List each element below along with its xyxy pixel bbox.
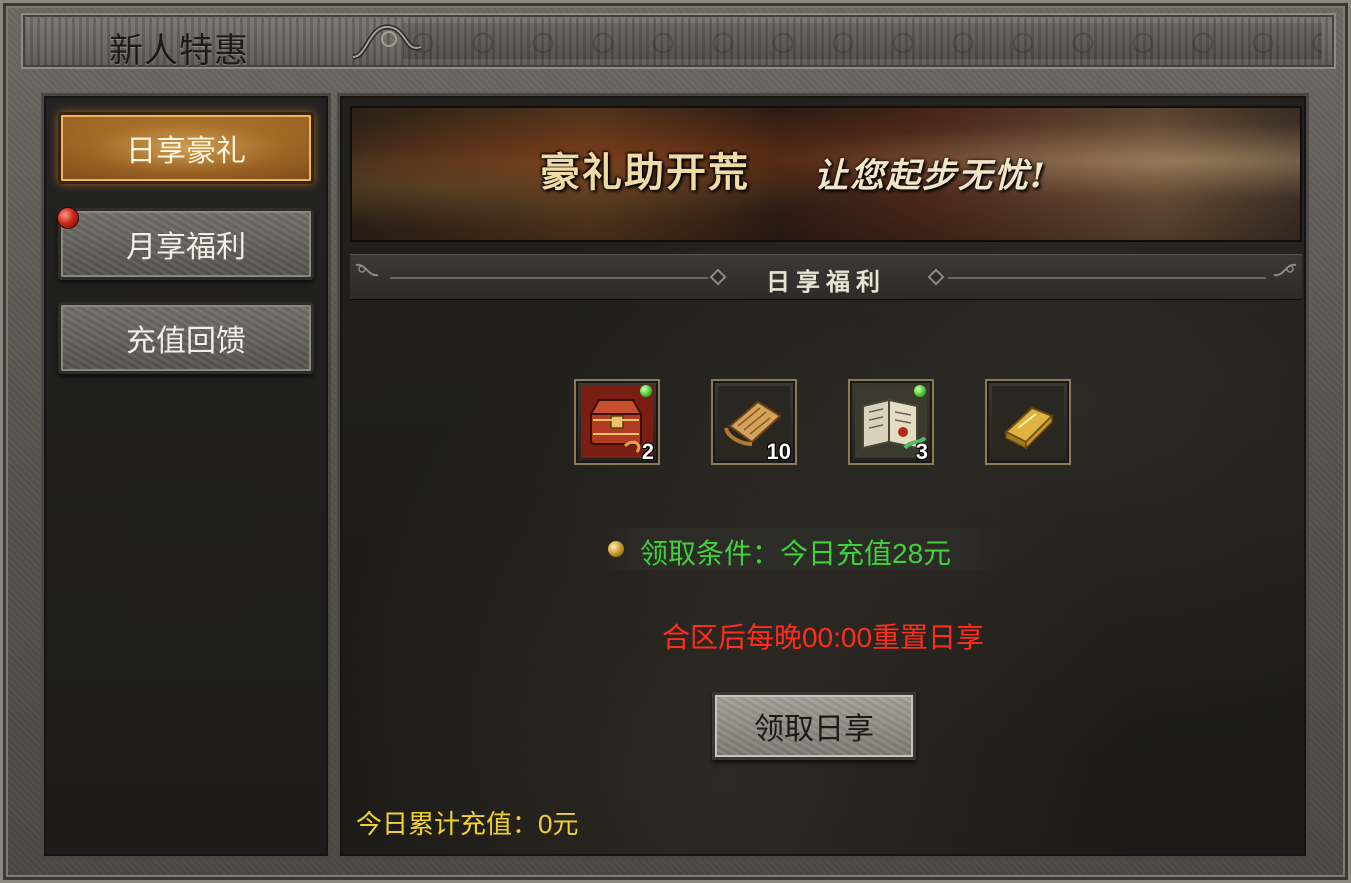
sidebar-item-monthly-welfare[interactable]: 月享福利 <box>57 207 314 280</box>
daily-recharge-total: 今日累计充值：0元 <box>356 809 579 839</box>
notification-dot-icon <box>57 207 79 229</box>
sidebar-item-daily-gift[interactable]: 日享豪礼 <box>58 112 314 184</box>
banner-title: 豪礼助开荒 <box>540 149 750 196</box>
reward-slot-scroll[interactable]: 10 <box>711 379 797 465</box>
reward-slot-gold-bar[interactable] <box>985 379 1071 465</box>
main-panel: 豪礼助开荒 让您起步无忧! 日享福利 2 10 3 领取条件：今日充值28元 合… <box>337 93 1309 859</box>
scroll-ornament-icon <box>352 24 422 60</box>
new-badge-icon <box>640 385 652 397</box>
banner-subtitle: 让您起步无忧! <box>814 156 1047 196</box>
claim-condition-text: 领取条件：今日充值28元 <box>640 538 952 569</box>
window-title: 新人特惠 <box>109 32 249 70</box>
sidebar-item-label: 月享福利 <box>126 231 246 264</box>
claim-daily-button[interactable]: 领取日享 <box>712 692 916 760</box>
reset-notice: 合区后每晚00:00重置日享 <box>661 622 985 653</box>
section-title: 日享福利 <box>766 267 886 296</box>
section-header: 日享福利 <box>350 254 1302 300</box>
title-bar-ornament <box>403 23 1322 59</box>
reward-count: 2 <box>641 439 654 464</box>
reward-count: 3 <box>915 439 928 464</box>
reward-slot-treasure-chest[interactable]: 2 <box>574 379 660 465</box>
sidebar-item-label: 充值回馈 <box>126 325 246 358</box>
reward-slot-skill-book[interactable]: 3 <box>848 379 934 465</box>
window-frame: 新人特惠 日享豪礼 月享福利 充值回馈 豪礼助开荒 让您起步无忧! 日享福利 2… <box>0 0 1351 883</box>
sidebar-item-label: 日享豪礼 <box>126 135 246 168</box>
coin-bullet-icon <box>608 541 624 557</box>
reward-list: 2 10 3 <box>574 379 1071 465</box>
sidebar-item-recharge-rewards[interactable]: 充值回馈 <box>58 302 314 374</box>
reward-count: 10 <box>766 439 791 464</box>
title-bar: 新人特惠 <box>21 13 1336 70</box>
promo-banner: 豪礼助开荒 让您起步无忧! <box>350 106 1302 242</box>
claim-condition: 领取条件：今日充值28元 <box>602 528 1002 570</box>
gold-bar-icon <box>992 386 1064 458</box>
sidebar: 日享豪礼 月享福利 充值回馈 <box>41 93 331 859</box>
new-badge-icon <box>914 385 926 397</box>
